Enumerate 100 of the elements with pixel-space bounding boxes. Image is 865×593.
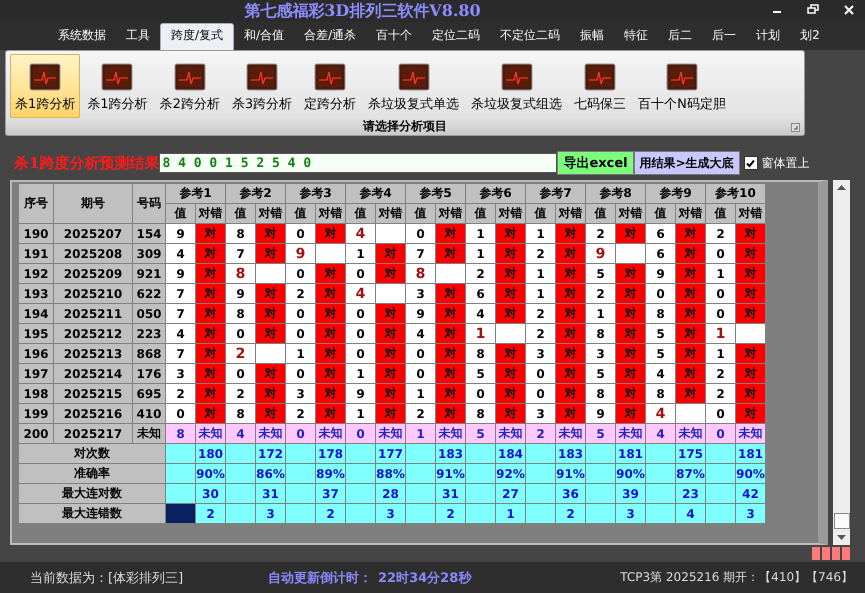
scroll-thumb[interactable] (834, 513, 850, 529)
generate-button[interactable]: 用结果>生成大底 (634, 151, 740, 175)
analysis-tool-button[interactable]: 杀垃圾复式组选 (466, 54, 568, 118)
menu-tab[interactable]: 合差/通杀 (294, 24, 366, 50)
table-cell: 未知 (736, 424, 766, 444)
menu-tab[interactable]: 不定位二码 (490, 24, 570, 50)
scroll-up-icon[interactable] (837, 184, 846, 190)
table-cell: 5 (586, 264, 616, 284)
analysis-tool-button[interactable]: 杀3跨分析 (226, 54, 298, 118)
column-header: 参考8 (586, 184, 646, 204)
table-cell: 200 (18, 424, 54, 444)
column-header: 参考10 (706, 184, 766, 204)
table-cell: 对 (436, 364, 466, 384)
table-cell: 177 (376, 444, 406, 464)
menu-tab[interactable]: 特征 (614, 24, 658, 50)
analysis-tool-button[interactable]: 百十个N码定胆 (633, 54, 731, 118)
analysis-tool-button[interactable]: 定跨分析 (299, 54, 362, 118)
column-header: 值 (406, 204, 436, 224)
export-button[interactable]: 导出excel (557, 151, 634, 175)
table-cell: 172 (256, 444, 286, 464)
column-header: 期号 (54, 184, 132, 224)
menu-tab[interactable]: 后二 (658, 24, 702, 50)
menu-tab[interactable]: 百十个 (366, 24, 422, 50)
heartbeat-monitor-icon (29, 63, 62, 91)
table-cell: 9 (166, 264, 196, 284)
table-cell: 8 (406, 264, 436, 284)
expand-icon[interactable] (791, 123, 800, 132)
analysis-tool-button[interactable]: 七码保三 (569, 54, 632, 118)
checkbox[interactable] (744, 156, 758, 170)
analysis-tool-button[interactable]: 杀1跨分析 (10, 54, 80, 118)
table-cell: 0 (346, 324, 376, 344)
menu-tab[interactable]: 系统数据 (48, 24, 116, 50)
table-cell: 8 (586, 384, 616, 404)
scroll-down-icon[interactable] (837, 535, 846, 541)
table-cell: 对 (676, 344, 706, 364)
table-cell: 28 (376, 484, 406, 504)
column-header: 对错 (736, 204, 766, 224)
table-cell: 4 (406, 324, 436, 344)
table-cell: 91% (436, 464, 466, 484)
table-cell: 8 (646, 384, 676, 404)
table-cell: 191 (18, 244, 54, 264)
table-cell: 未知 (256, 424, 286, 444)
analysis-tool-button[interactable]: 杀1跨分析 (82, 54, 153, 118)
menu-tab[interactable]: 工具 (116, 24, 160, 50)
table-cell: 4 (646, 404, 676, 424)
close-icon[interactable] (843, 4, 855, 16)
table-cell: 921 (132, 264, 166, 284)
table-cell: 对 (196, 264, 226, 284)
table-cell: 309 (132, 244, 166, 264)
table-cell: 0 (346, 424, 376, 444)
column-header: 对错 (376, 204, 406, 224)
table-cell: 未知 (132, 424, 166, 444)
table-cell: 0 (706, 304, 736, 324)
table-cell: 2 (706, 224, 736, 244)
menu-tab[interactable]: 振幅 (570, 24, 614, 50)
table-cell: 0 (706, 244, 736, 264)
table-cell: 对 (316, 264, 346, 284)
table-cell: 对 (436, 384, 466, 404)
table-cell: 对 (376, 304, 406, 324)
restore-icon[interactable] (807, 4, 819, 14)
table-cell: 对 (736, 304, 766, 324)
table-cell: 未知 (496, 424, 526, 444)
table-cell: 90% (736, 464, 766, 484)
column-header: 值 (166, 204, 196, 224)
menu-tab[interactable]: 定位二码 (422, 24, 490, 50)
table-cell: 8 (226, 404, 256, 424)
table-cell: 2025210 (54, 284, 132, 304)
table-cell: 0 (406, 224, 436, 244)
menu-tab[interactable]: 后一 (702, 24, 746, 50)
table-cell: 2 (526, 424, 556, 444)
result-field[interactable]: 8 4 0 0 1 5 2 5 4 0 (159, 153, 558, 173)
table-cell: 对 (376, 344, 406, 364)
table-cell: 对 (736, 264, 766, 284)
table-cell: 对 (196, 364, 226, 384)
table-cell: 0 (286, 224, 316, 244)
analysis-tool-button[interactable]: 杀垃圾复式单选 (363, 54, 464, 118)
menu-tab[interactable]: 划2 (790, 24, 830, 50)
menu-tab[interactable]: 和/合值 (234, 24, 294, 50)
table-cell: 2025214 (54, 364, 132, 384)
table-cell: 对 (736, 364, 766, 384)
table-cell: 对 (616, 324, 646, 344)
table-cell: 8 (226, 304, 256, 324)
menu-tab[interactable]: 跨度/复式 (160, 23, 234, 50)
heartbeat-monitor-icon (174, 63, 206, 91)
progress-blocks-icon (812, 547, 850, 560)
table-cell: 3 (286, 384, 316, 404)
scrollbar[interactable] (833, 180, 850, 545)
table-cell: 0 (286, 324, 316, 344)
menu-tab[interactable]: 计划 (746, 24, 790, 50)
analysis-tool-button[interactable]: 杀2跨分析 (154, 54, 225, 118)
table-cell: 对 (196, 344, 226, 364)
table-cell: 9 (646, 264, 676, 284)
table-cell: 193 (18, 284, 54, 304)
table-cell: 对 (196, 324, 226, 344)
column-header: 值 (466, 204, 496, 224)
table-cell: 3 (736, 504, 766, 524)
table-cell: 4 (646, 364, 676, 384)
table-cell: 对 (676, 384, 706, 404)
table-cell: 2 (316, 504, 346, 524)
table-cell: 2 (586, 224, 616, 244)
